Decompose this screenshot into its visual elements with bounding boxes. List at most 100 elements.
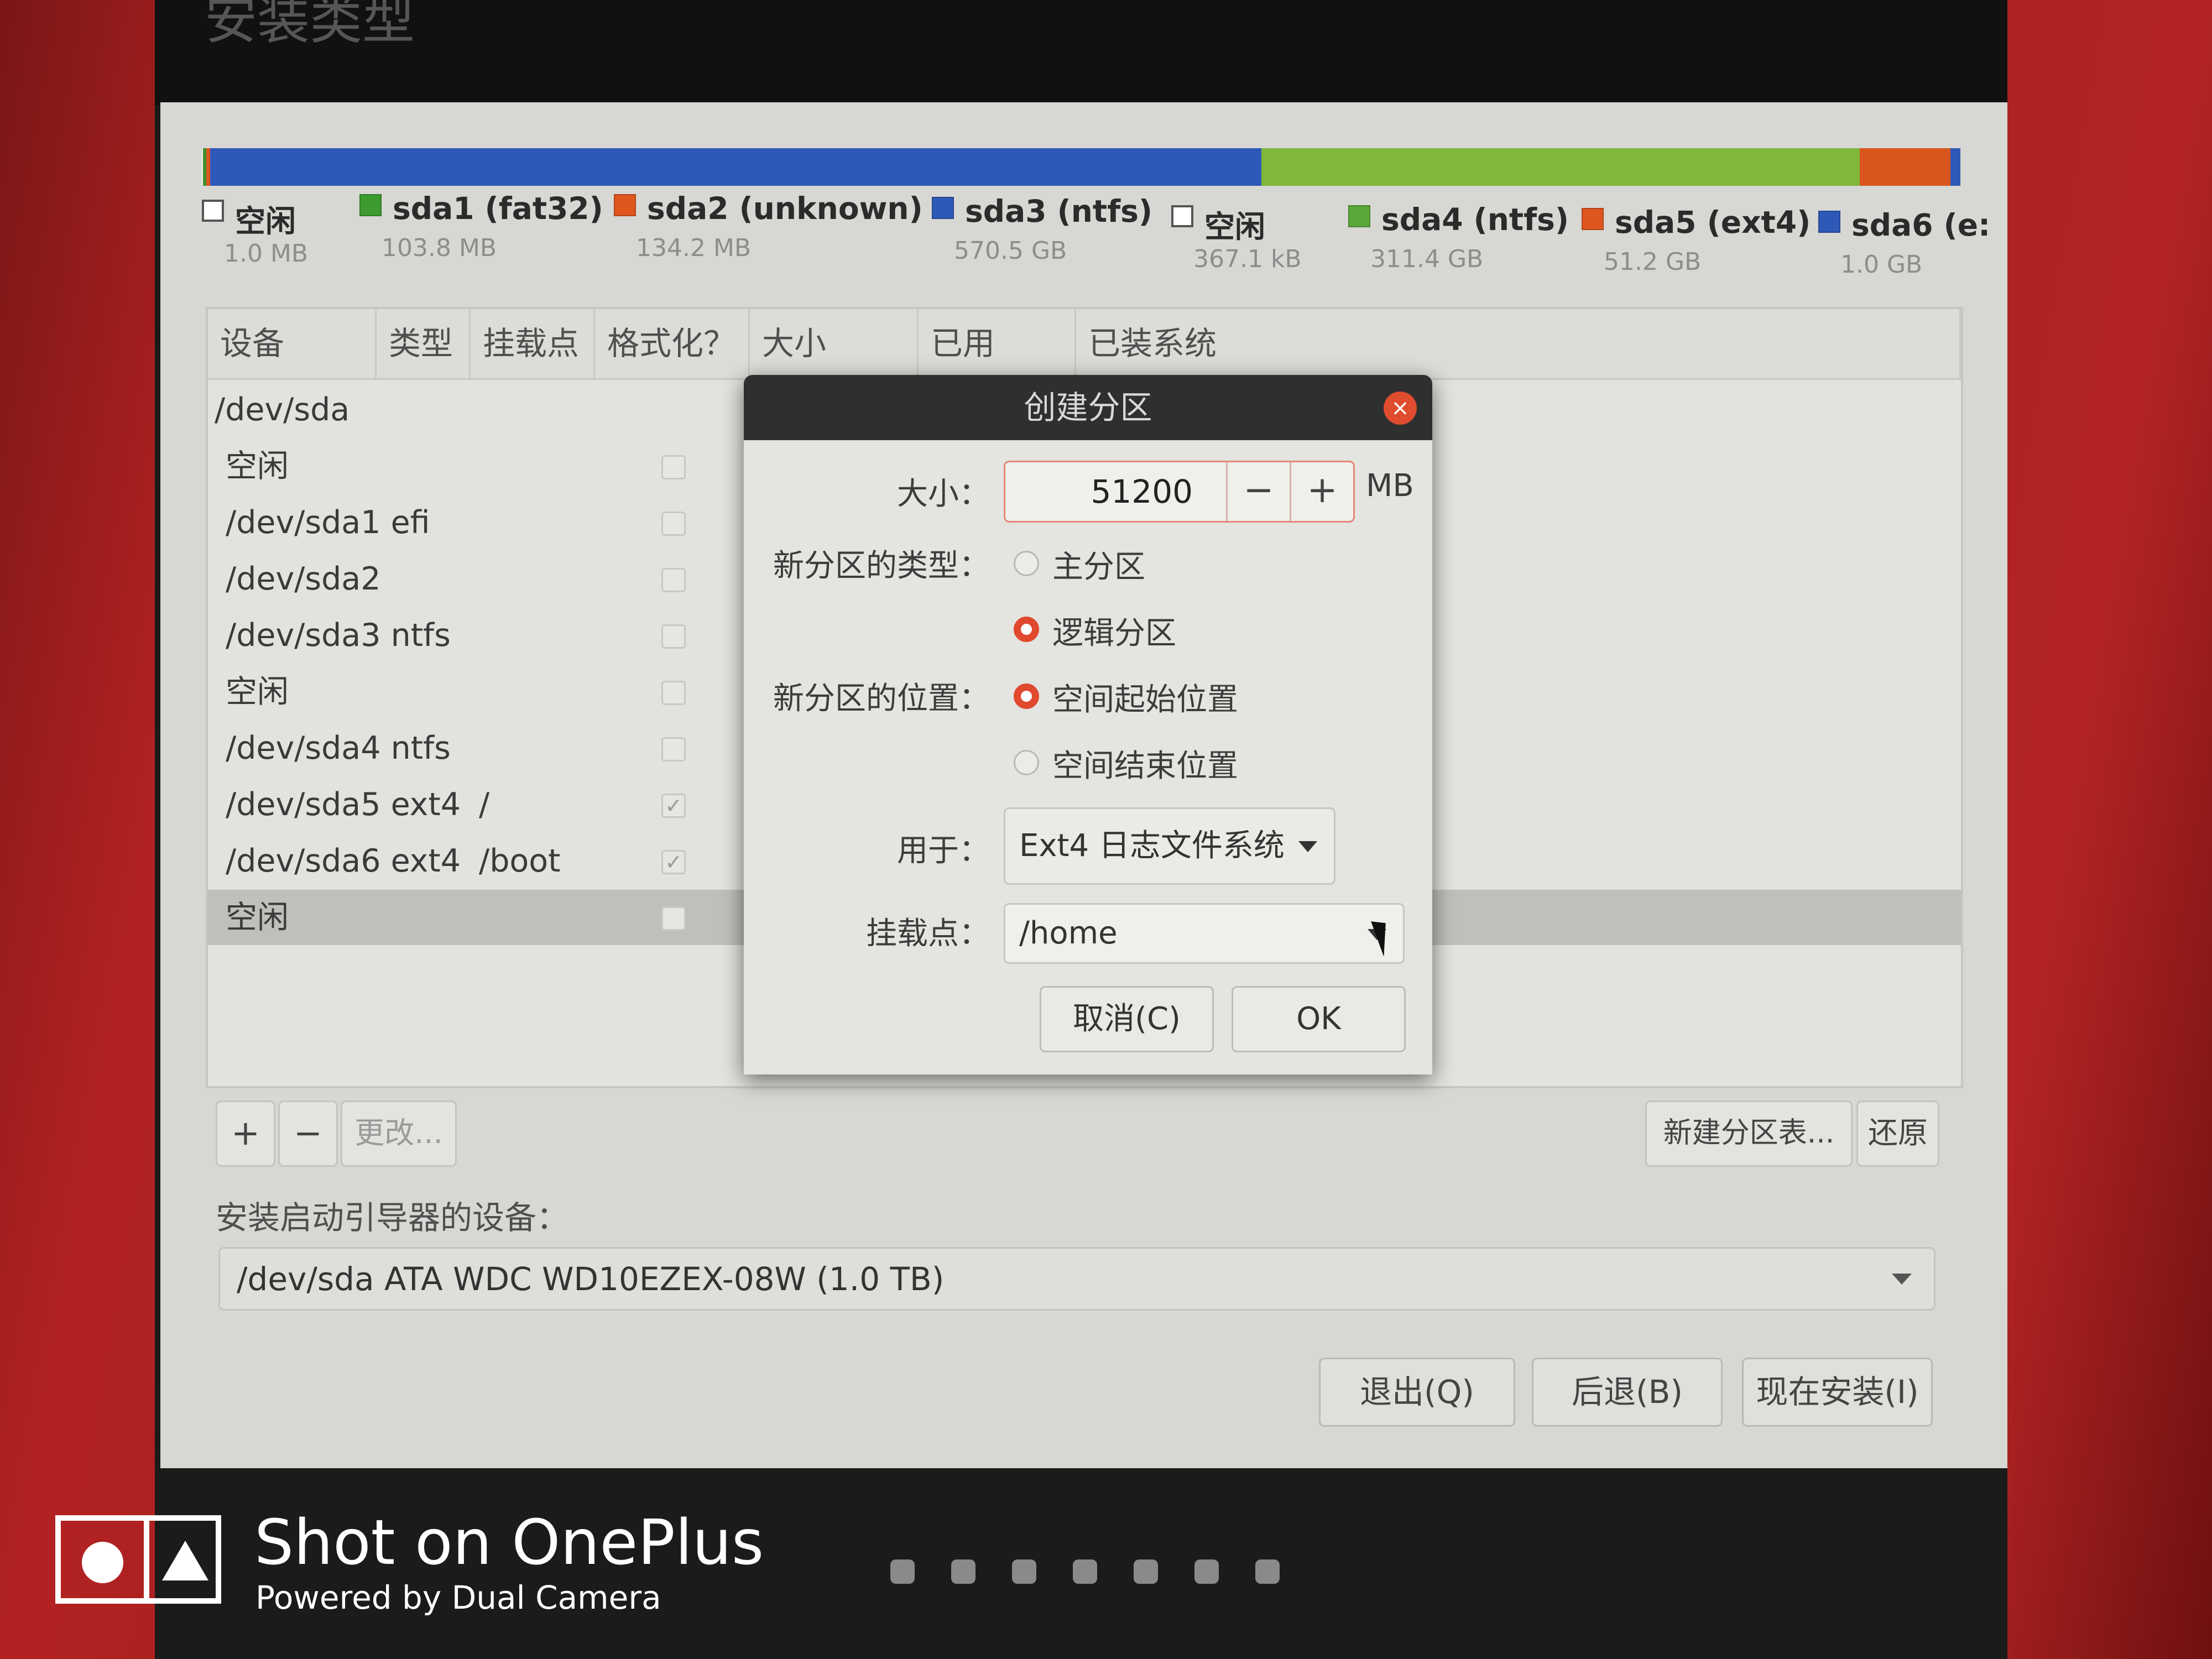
create-partition-dialog: 创建分区 × 大小： 51200 − + MB 新分区的类型： 主分区 逻辑分区… [744,375,1432,1074]
legend-size: 103.8 MB [382,234,497,262]
mount-point-input[interactable]: /home [1019,905,1118,962]
format-checkbox[interactable] [661,624,686,649]
dialog-titlebar: 创建分区 × [744,375,1432,440]
legend-name: sda3 (ntfs) [965,194,1153,229]
boot-loader-device-select[interactable]: /dev/sda ATA WDC WD10EZEX-08W (1.0 TB) [218,1247,1936,1311]
legend-size: 311.4 GB [1370,245,1484,273]
format-checkbox[interactable]: ✓ [661,850,686,874]
device-cell: 空闲 [226,899,289,936]
legend-size: 1.0 GB [1840,251,1923,279]
device-cell: 空闲 [226,448,289,484]
legend-swatch [1171,205,1193,227]
legend-size: 570.5 GB [954,237,1067,265]
column-header[interactable]: 大小 [750,309,919,378]
radio-location-end[interactable] [1014,750,1039,775]
column-header[interactable]: 已装系统 [1076,309,1961,378]
table-header: 设备 类型 挂载点 格式化？ 大小 已用 已装系统 [208,309,1961,380]
cancel-button[interactable]: 取消(C) [1040,986,1214,1052]
slideshow-dot[interactable] [1012,1559,1036,1584]
close-icon[interactable]: × [1384,392,1417,425]
watermark-title: Shot on OnePlus [254,1507,764,1579]
radio-primary[interactable] [1014,551,1039,576]
install-now-button[interactable]: 现在安装(I) [1742,1358,1933,1427]
legend-name: sda2 (unknown) [647,191,923,226]
format-checkbox[interactable] [661,568,686,592]
chevron-down-icon [1892,1274,1912,1285]
partition-bar [202,148,1960,186]
format-checkbox[interactable] [661,681,686,705]
partition-location-label: 新分区的位置： [773,681,990,717]
legend-size: 1.0 MB [224,239,309,268]
legend-name: 空闲 [1204,209,1266,244]
size-input[interactable]: 51200 [1091,462,1193,521]
quit-button[interactable]: 退出(Q) [1319,1358,1515,1427]
slideshow-dot[interactable] [1073,1559,1097,1584]
use-as-value: Ext4 日志文件系统 [1019,828,1285,864]
device-cell: /dev/sda [215,392,350,428]
legend-swatch [1582,208,1604,230]
use-as-label: 用于： [897,833,990,869]
size-label: 大小： [897,476,990,512]
add-partition-button[interactable]: + [216,1100,275,1167]
column-header[interactable]: 挂载点 [471,309,595,378]
boot-loader-device-value: /dev/sda ATA WDC WD10EZEX-08W (1.0 TB) [237,1260,945,1298]
format-checkbox[interactable] [661,906,686,931]
radio-logical-label[interactable]: 逻辑分区 [1052,608,1176,653]
device-cell: /dev/sda6 ext4 [226,843,461,879]
partition-bar-segment [210,148,1262,186]
radio-location-end-label[interactable]: 空间结束位置 [1052,741,1238,786]
legend-name: sda1 (fat32) [393,191,603,226]
legend-size: 134.2 MB [636,234,752,262]
increment-button[interactable]: + [1290,462,1353,521]
partition-bar-segment [1860,148,1950,186]
format-checkbox[interactable] [661,737,686,761]
format-checkbox[interactable] [661,512,686,536]
column-header[interactable]: 格式化？ [595,309,750,378]
device-cell: /dev/sda3 ntfs [226,617,451,654]
radio-location-start[interactable] [1014,684,1039,709]
legend-swatch [1348,205,1370,227]
partition-bar-segment [1950,148,1960,186]
slideshow-dot[interactable] [1255,1559,1280,1584]
device-cell: 空闲 [226,674,289,710]
legend-name: sda4 (ntfs) [1381,202,1569,237]
legend-swatch [202,200,224,222]
remove-partition-button[interactable]: − [278,1100,338,1167]
radio-location-start-label[interactable]: 空间起始位置 [1052,675,1238,719]
column-header[interactable]: 已用 [919,309,1076,378]
size-unit: MB [1366,468,1414,504]
device-cell: /dev/sda4 ntfs [226,730,451,766]
page-title: 安装类型 [205,0,415,51]
use-as-dropdown[interactable]: Ext4 日志文件系统 [1004,807,1335,885]
slideshow-dot[interactable] [951,1559,975,1584]
new-partition-table-button[interactable]: 新建分区表... [1645,1100,1853,1167]
ok-button[interactable]: OK [1232,986,1406,1052]
slideshow-dot[interactable] [1134,1559,1158,1584]
partition-type-label: 新分区的类型： [773,548,990,584]
camera-logo-icon [55,1515,221,1604]
mount-point-cell: /boot [479,843,561,879]
mount-point-combobox[interactable]: /home [1004,903,1405,964]
slideshow-dot[interactable] [1194,1559,1219,1584]
slideshow-dot[interactable] [890,1559,915,1584]
column-header[interactable]: 类型 [377,309,471,378]
revert-button[interactable]: 还原 [1856,1100,1939,1167]
watermark-subtitle: Powered by Dual Camera [255,1579,661,1616]
title-area: 安装类型 [155,0,2007,105]
format-checkbox[interactable]: ✓ [661,794,686,818]
chevron-down-icon [1298,841,1317,852]
radio-primary-label[interactable]: 主分区 [1052,542,1145,587]
dialog-title: 创建分区 [1024,389,1152,426]
decrement-button[interactable]: − [1226,462,1290,521]
change-partition-button[interactable]: 更改... [341,1100,457,1167]
column-header[interactable]: 设备 [208,309,377,378]
size-spinbox[interactable]: 51200 − + [1004,461,1355,523]
format-checkbox[interactable] [661,455,686,479]
legend-size: 367.1 kB [1193,245,1302,273]
mount-point-cell: / [479,786,490,823]
device-cell: /dev/sda1 efi [226,504,430,541]
radio-logical[interactable] [1014,617,1039,642]
legend-swatch [614,194,636,216]
back-button[interactable]: 后退(B) [1532,1358,1723,1427]
legend-name: sda5 (ext4) [1615,205,1811,240]
